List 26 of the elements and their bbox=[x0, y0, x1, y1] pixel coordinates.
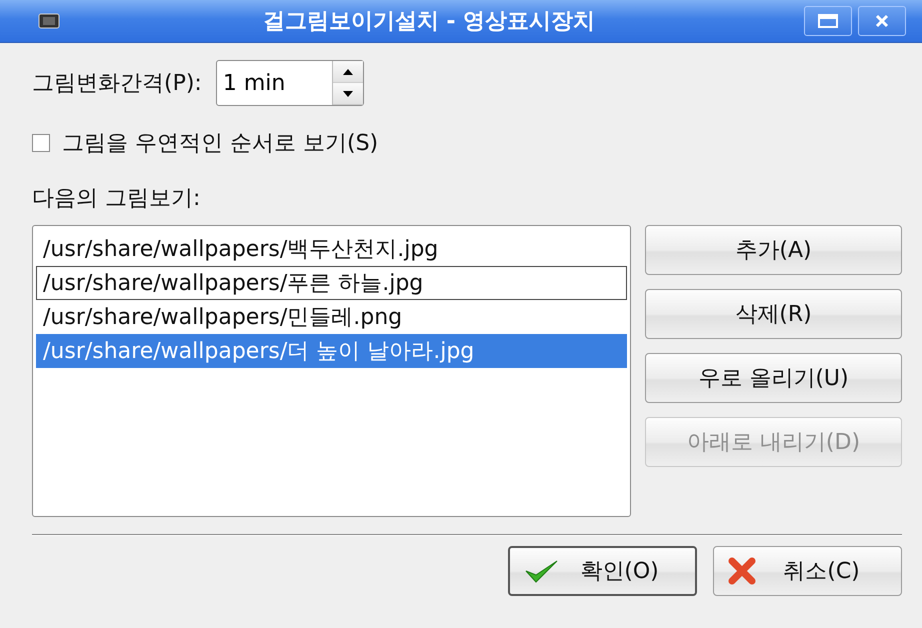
side-button[interactable]: 추가(A) bbox=[645, 225, 902, 275]
close-icon bbox=[875, 14, 889, 28]
up-arrow-icon bbox=[342, 68, 354, 76]
list-item[interactable]: /usr/share/wallpapers/푸른 하늘.jpg bbox=[36, 266, 627, 300]
spin-down-button[interactable] bbox=[332, 83, 363, 105]
dialog-button[interactable]: 확인(O) bbox=[508, 546, 697, 596]
maximize-button[interactable] bbox=[804, 6, 852, 36]
list-item[interactable]: /usr/share/wallpapers/더 높이 날아라.jpg bbox=[36, 334, 627, 368]
random-order-label: 그림을 우연적인 순서로 보기(S) bbox=[62, 130, 378, 158]
interval-spinbox[interactable]: 1 min bbox=[216, 60, 364, 106]
spin-up-button[interactable] bbox=[332, 61, 363, 83]
maximize-icon bbox=[818, 14, 838, 28]
window-icon bbox=[38, 13, 60, 29]
check-icon bbox=[524, 558, 558, 584]
list-item[interactable]: /usr/share/wallpapers/민들레.png bbox=[36, 300, 627, 334]
down-arrow-icon bbox=[342, 90, 354, 98]
dialog-button[interactable]: 취소(C) bbox=[713, 546, 902, 596]
cross-icon bbox=[728, 557, 756, 585]
random-order-checkbox[interactable] bbox=[32, 134, 50, 152]
close-button[interactable] bbox=[858, 6, 906, 36]
side-button[interactable]: 우로 올리기(U) bbox=[645, 353, 902, 403]
list-label: 다음의 그림보기: bbox=[32, 185, 202, 213]
list-item[interactable]: /usr/share/wallpapers/백두산천지.jpg bbox=[36, 232, 627, 266]
interval-label: 그림변화간격(P): bbox=[32, 70, 202, 98]
window-title: 걸그림보이기설치 - 영상표시장치 bbox=[262, 8, 596, 36]
side-button[interactable]: 삭제(R) bbox=[645, 289, 902, 339]
